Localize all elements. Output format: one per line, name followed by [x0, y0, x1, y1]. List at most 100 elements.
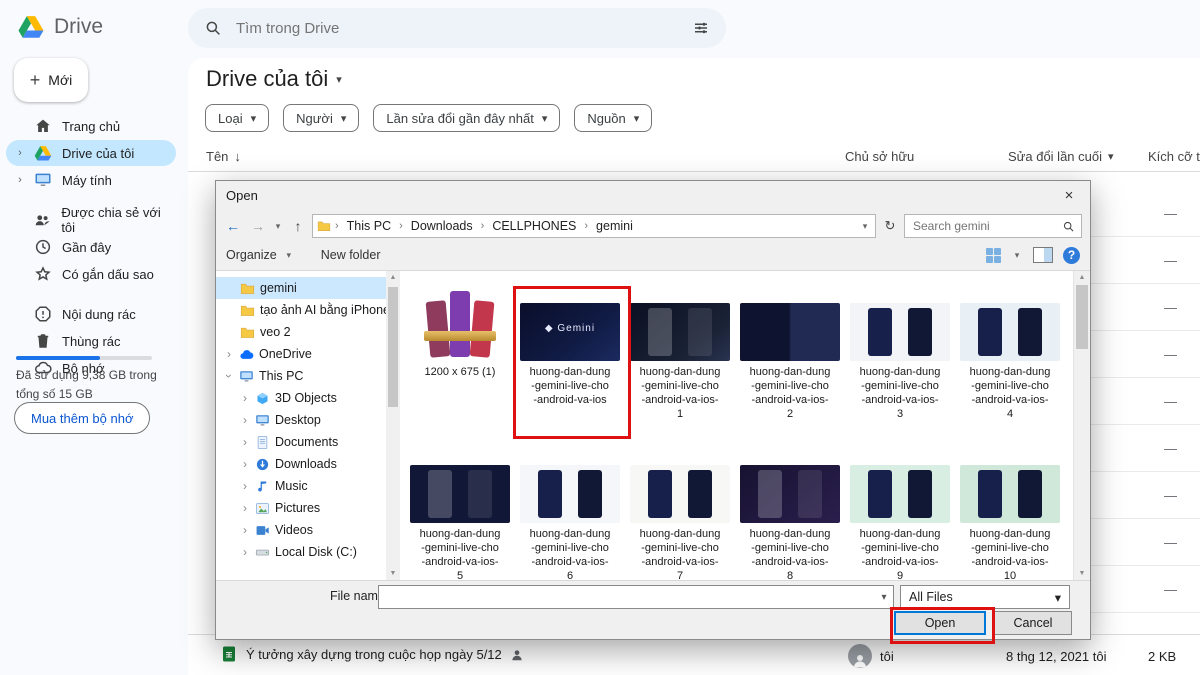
new-folder-button[interactable]: New folder	[321, 248, 381, 262]
file-item[interactable]: huong-dan-dung -gemini-live-cho -android…	[956, 283, 1064, 421]
collapse-chevron-icon[interactable]: ›	[240, 413, 250, 427]
filter-modified[interactable]: Lần sửa đổi gần đây nhất▾	[373, 104, 560, 132]
sidebar-item-trash[interactable]: Thùng rác	[6, 328, 176, 354]
cancel-button[interactable]: Cancel	[994, 611, 1072, 635]
collapse-chevron-icon[interactable]: ›	[240, 457, 250, 471]
dialog-search-box[interactable]	[904, 214, 1082, 238]
sidebar-item-recent[interactable]: Gần đây	[6, 234, 176, 260]
address-dropdown-icon[interactable]: ▾	[859, 221, 871, 232]
file-type-select[interactable]: All Files ▾	[900, 585, 1070, 609]
preview-pane-icon[interactable]	[1033, 247, 1053, 263]
breadcrumb-gemini[interactable]: gemini	[592, 219, 637, 233]
expand-arrow-icon[interactable]: ›	[16, 147, 24, 159]
table-row[interactable]: —	[1090, 566, 1200, 613]
collapse-chevron-icon[interactable]: ›	[240, 435, 250, 449]
tree-item-gemini[interactable]: gemini	[216, 277, 386, 299]
tune-filter-icon[interactable]	[692, 19, 710, 37]
tree-item-music[interactable]: › Music	[216, 475, 386, 497]
filter-people[interactable]: Người▾	[283, 104, 359, 132]
close-icon[interactable]: ×	[1048, 181, 1090, 209]
view-mode-icon[interactable]	[986, 248, 1001, 263]
sidebar-item-my-drive[interactable]: › Drive của tôi	[6, 140, 176, 166]
filter-type[interactable]: Loại▾	[205, 104, 269, 132]
table-row[interactable]: —	[1090, 378, 1200, 425]
collapse-chevron-icon[interactable]: ›	[240, 479, 250, 493]
breadcrumb-cellphones[interactable]: CELLPHONES	[488, 219, 580, 233]
table-row[interactable]: —	[1090, 519, 1200, 566]
tree-item-videos[interactable]: › Videos	[216, 519, 386, 541]
table-row[interactable]: —	[1090, 425, 1200, 472]
column-header-modified[interactable]: Sửa đổi lần cuối ▾	[1008, 149, 1114, 164]
file-item[interactable]: huong-dan-dung -gemini-live-cho -android…	[406, 445, 514, 580]
table-row[interactable]: —	[1090, 472, 1200, 519]
address-bar[interactable]: › This PC › Downloads › CELLPHONES › gem…	[312, 214, 876, 238]
scroll-down-icon[interactable]: ▼	[1074, 570, 1090, 577]
page-title[interactable]: Drive của tôi ▾	[206, 66, 342, 92]
table-row[interactable]: —	[1090, 190, 1200, 237]
table-row[interactable]: —	[1090, 237, 1200, 284]
tree-item-3d-objects[interactable]: › 3D Objects	[216, 387, 386, 409]
collapse-chevron-icon[interactable]: ›	[240, 391, 250, 405]
refresh-icon[interactable]: ↻	[879, 214, 901, 238]
file-item[interactable]: huong-dan-dung -gemini-live-cho -android…	[736, 445, 844, 580]
drive-logo[interactable]: Drive	[16, 13, 103, 40]
file-item[interactable]: huong-dan-dung -gemini-live-cho -android…	[846, 445, 954, 580]
drive-search-bar[interactable]	[188, 8, 726, 48]
drive-search-input[interactable]	[234, 19, 680, 38]
scroll-up-icon[interactable]: ▲	[1074, 274, 1090, 281]
tree-item-this-pc[interactable]: › This PC	[216, 365, 386, 387]
buy-storage-button[interactable]: Mua thêm bộ nhớ	[14, 402, 150, 434]
filter-source[interactable]: Nguồn▾	[574, 104, 652, 132]
file-item[interactable]: huong-dan-dung -gemini-live-cho -android…	[956, 445, 1064, 580]
file-item[interactable]: 1200 x 675 (1)	[406, 283, 514, 421]
sidebar-item-home[interactable]: Trang chủ	[6, 113, 176, 139]
view-dropdown-icon[interactable]: ▾	[1011, 250, 1023, 261]
help-icon[interactable]: ?	[1063, 247, 1080, 264]
collapse-chevron-icon[interactable]: ›	[240, 545, 250, 559]
collapse-chevron-icon[interactable]: ›	[240, 501, 250, 515]
expanded-chevron-icon[interactable]: ›	[222, 371, 236, 381]
column-header-owner[interactable]: Chủ sở hữu	[845, 149, 914, 164]
dialog-search-input[interactable]	[911, 218, 1058, 234]
tree-scrollbar[interactable]: ▲ ▼	[386, 271, 400, 580]
breadcrumb-downloads[interactable]: Downloads	[407, 219, 477, 233]
file-item[interactable]: huong-dan-dung -gemini-live-cho -android…	[626, 283, 734, 421]
collapse-chevron-icon[interactable]: ›	[224, 347, 234, 361]
file-name-input[interactable]	[379, 586, 875, 608]
collapse-chevron-icon[interactable]: ›	[240, 523, 250, 537]
tree-item-local-disk-c[interactable]: › Local Disk (C:)	[216, 541, 386, 563]
history-dropdown-icon[interactable]: ▾	[272, 221, 284, 232]
column-header-name[interactable]: Tên ↓	[206, 149, 241, 164]
sidebar-item-shared-with-me[interactable]: Được chia sẻ với tôi	[6, 207, 176, 233]
table-row[interactable]: —	[1090, 331, 1200, 378]
sidebar-item-starred[interactable]: Có gắn dấu sao	[6, 261, 176, 287]
file-name-combo[interactable]: ▾	[378, 585, 894, 609]
files-scrollbar[interactable]: ▲ ▼	[1073, 271, 1090, 580]
tree-item-desktop[interactable]: › Desktop	[216, 409, 386, 431]
organize-button[interactable]: Organize ▾	[226, 248, 295, 262]
sidebar-item-computers[interactable]: › Máy tính	[6, 167, 176, 193]
tree-item-veo-2[interactable]: veo 2	[216, 321, 386, 343]
scrollbar-thumb[interactable]	[388, 287, 398, 407]
column-header-size[interactable]: Kích cỡ tệp	[1148, 149, 1200, 164]
table-row[interactable]: —	[1090, 284, 1200, 331]
scroll-up-icon[interactable]: ▲	[386, 274, 400, 281]
breadcrumb-this-pc[interactable]: This PC	[343, 219, 395, 233]
tree-item-documents[interactable]: › Documents	[216, 431, 386, 453]
scroll-down-icon[interactable]: ▼	[386, 570, 400, 577]
dialog-title-bar[interactable]: Open	[216, 181, 1090, 209]
new-button[interactable]: + Mới	[14, 58, 88, 102]
tree-item-onedrive[interactable]: › OneDrive	[216, 343, 386, 365]
chevron-down-icon[interactable]: ▾	[875, 592, 893, 603]
sidebar-item-spam[interactable]: Nội dung rác	[6, 301, 176, 327]
tree-item-tao-anh-ai[interactable]: tạo ảnh AI bằng iPhone	[216, 299, 386, 321]
tree-item-pictures[interactable]: › Pictures	[216, 497, 386, 519]
file-item[interactable]: huong-dan-dung -gemini-live-cho -android…	[846, 283, 954, 421]
expand-arrow-icon[interactable]: ›	[16, 174, 24, 186]
file-item[interactable]: huong-dan-dung -gemini-live-cho -android…	[516, 445, 624, 580]
file-item[interactable]: huong-dan-dung -gemini-live-cho -android…	[736, 283, 844, 421]
table-row[interactable]: Ý tưởng xây dựng trong cuộc họp ngày 5/1…	[188, 634, 1200, 675]
tree-item-downloads[interactable]: › Downloads	[216, 453, 386, 475]
back-icon[interactable]: ←	[222, 218, 244, 234]
forward-icon[interactable]: →	[247, 218, 269, 234]
